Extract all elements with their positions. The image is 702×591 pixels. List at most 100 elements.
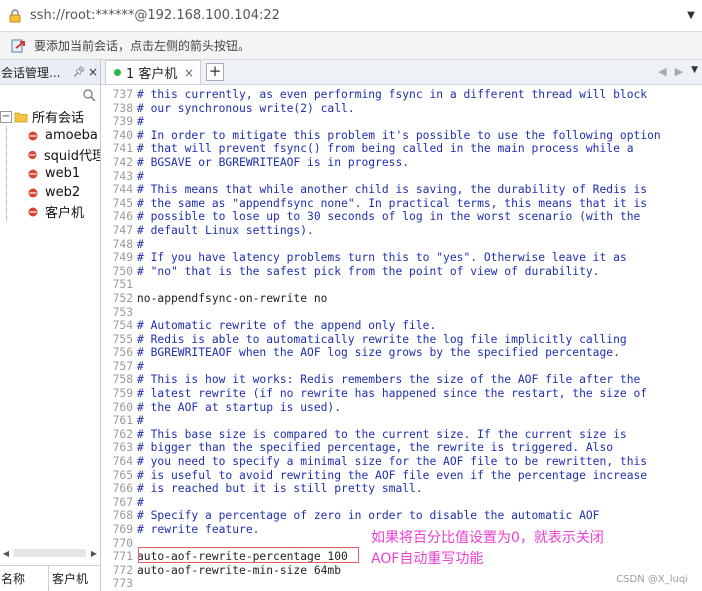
terminal-line: 764 # you need to specify a minimal size … (101, 455, 702, 469)
collapse-toggle[interactable]: − (0, 110, 12, 123)
terminal-line: 747 # default Linux settings). (101, 224, 702, 238)
line-text: # (137, 115, 144, 129)
terminal-line: 751 (101, 278, 702, 292)
line-number: 757 (112, 359, 133, 373)
terminal-line: 768 # Specify a percentage of zero in ord… (101, 509, 702, 523)
terminal-lines: 737 # this currently, as even performing … (101, 85, 702, 591)
terminal-line: 756 # BGREWRITEAOF when the AOF log size … (101, 346, 702, 360)
search-icon[interactable] (82, 88, 96, 102)
line-number: 753 (112, 305, 133, 319)
line-text: # Specify a percentage of zero in order … (137, 509, 600, 523)
line-text: no-appendfsync-on-rewrite no (137, 291, 328, 305)
line-number: 766 (112, 482, 133, 496)
terminal-line: 748 # (101, 238, 702, 252)
line-text: # (137, 359, 144, 373)
line-text: # the same as "appendfsync none". In pra… (137, 196, 648, 210)
terminal-line: 739 # (101, 115, 702, 129)
session-tree: − 所有会话 amoeba squid代理 web1 web2 客户机 (0, 107, 100, 221)
line-text: # the AOF at startup is used). (137, 400, 342, 414)
terminal-line: 737 # this currently, as even performing … (101, 88, 702, 102)
line-text: # this currently, as even performing fsy… (137, 88, 648, 101)
close-icon[interactable]: × (86, 65, 100, 79)
line-number: 739 (112, 115, 133, 129)
address-bar[interactable]: ssh://root:******@192.168.100.104:22 ▼ (0, 0, 702, 32)
line-number: 759 (112, 387, 133, 401)
terminal-line: 744 # This means that while another child… (101, 183, 702, 197)
line-text: # BGREWRITEAOF when the AOF log size gro… (137, 346, 620, 360)
session-item-label: amoeba (45, 128, 98, 143)
terminal-line: 765 # is useful to avoid rewriting the AO… (101, 469, 702, 483)
chevron-down-icon[interactable]: ▼ (680, 10, 702, 21)
line-number: 746 (112, 210, 133, 224)
terminal-line: 755 # Redis is able to automatically rewr… (101, 333, 702, 347)
terminal-line: 757 # (101, 360, 702, 374)
terminal-line: 745 # the same as "appendfsync none". In … (101, 197, 702, 211)
line-text: # (137, 414, 144, 428)
session-icon (28, 207, 38, 216)
session-item-label: web2 (45, 185, 81, 200)
line-number: 745 (112, 196, 133, 210)
new-tab-button[interactable]: + (206, 63, 224, 81)
value-column-header: 客户机 (52, 572, 89, 586)
annotation-line-2: AOF自动重写功能 (371, 551, 484, 567)
line-number: 760 (112, 400, 133, 414)
line-text: # you need to specify a minimal size for… (137, 455, 648, 469)
line-text: # BGSAVE or BGREWRITEAOF is in progress. (137, 155, 410, 169)
line-number: 743 (112, 169, 133, 183)
annotation-line-1: 如果将百分比值设置为0，就表示关闭 (371, 530, 604, 546)
line-number: 768 (112, 509, 133, 523)
terminal-line: 760 # the AOF at startup is used). (101, 401, 702, 415)
terminal-line: 743 # (101, 170, 702, 184)
line-text: # (137, 169, 144, 183)
pin-icon[interactable]: 📌︎ (72, 67, 86, 78)
line-text: # (137, 495, 144, 509)
line-number: 763 (112, 441, 133, 455)
line-text: # Automatic rewrite of the append only f… (137, 319, 437, 333)
line-number: 747 (112, 223, 133, 237)
tab-label: 1 客户机 (126, 67, 178, 82)
tree-root-all-sessions[interactable]: − 所有会话 (0, 107, 100, 126)
highlight-box (138, 547, 359, 563)
line-number: 755 (112, 332, 133, 346)
tab-list-icon[interactable]: ▼ (691, 65, 698, 78)
annotation: 如果将百分比值设置为0，就表示关闭 AOF自动重写功能 (371, 528, 604, 570)
tab-client[interactable]: 1 客户机 × (105, 60, 201, 84)
terminal-output[interactable]: 737 # this currently, as even performing … (101, 85, 702, 591)
tab-next-icon[interactable]: ▶ (675, 65, 683, 78)
terminal-line: 746 # possible to lose up to 30 seconds o… (101, 210, 702, 224)
tab-close-icon[interactable]: × (184, 66, 196, 80)
scroll-track[interactable] (14, 549, 86, 557)
session-search[interactable] (0, 85, 100, 107)
line-text: # latest rewrite (if no rewrite has happ… (137, 387, 648, 401)
line-text: # is useful to avoid rewriting the AOF f… (137, 468, 648, 482)
line-text: # In order to mitigate this problem it's… (137, 128, 661, 142)
line-text: # If you have latency problems turn this… (137, 251, 627, 265)
scroll-right-icon[interactable]: ▶ (88, 549, 100, 558)
line-number: 770 (112, 536, 133, 550)
session-manager-panel: 会话管理... 📌︎ × − 所有会话 amoeba squid代理 web1 (0, 60, 101, 591)
watermark: CSDN @X_luqi (616, 574, 688, 585)
terminal-line: 773 (101, 577, 702, 591)
scroll-left-icon[interactable]: ◀ (0, 549, 12, 558)
hint-bar: 要添加当前会话，点击左侧的箭头按钮。 (0, 32, 702, 60)
terminal-line: 759 # latest rewrite (if no rewrite has h… (101, 387, 702, 401)
sidebar-horizontal-scrollbar[interactable]: ◀ ▶ (0, 546, 100, 560)
line-number: 740 (112, 128, 133, 142)
line-number: 767 (112, 495, 133, 509)
line-number: 769 (112, 523, 133, 536)
tab-prev-icon[interactable]: ◀ (658, 65, 666, 78)
line-text: # that will prevent fsync() from being c… (137, 142, 634, 156)
arrow-add-session-icon[interactable] (10, 37, 28, 55)
folder-icon (14, 112, 28, 122)
line-text: # our synchronous write(2) call. (137, 101, 355, 115)
line-number: 765 (112, 468, 133, 482)
terminal-line: 740 # In order to mitigate this problem i… (101, 129, 702, 143)
line-number: 749 (112, 251, 133, 265)
address-text[interactable]: ssh://root:******@192.168.100.104:22 (30, 8, 680, 23)
line-text: # This means that while another child is… (137, 183, 648, 197)
terminal-line: 752 no-appendfsync-on-rewrite no (101, 292, 702, 306)
session-manager-header: 会话管理... 📌︎ × (0, 60, 100, 85)
terminal-line: 762 # This base size is compared to the c… (101, 428, 702, 442)
line-number: 771 (112, 550, 133, 564)
line-text: # rewrite feature. (137, 523, 260, 536)
